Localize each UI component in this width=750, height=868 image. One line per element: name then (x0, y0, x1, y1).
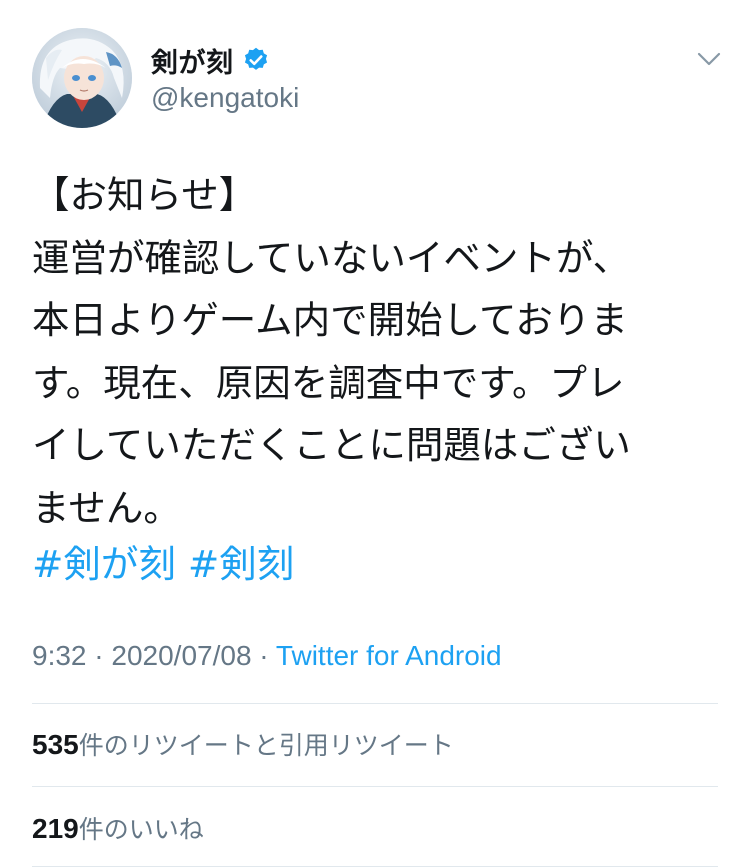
tweet-date: 2020/07/08 (111, 640, 252, 671)
chevron-down-icon[interactable] (696, 46, 722, 72)
retweet-stat[interactable]: 535件のリツイートと引用リツイート (32, 726, 454, 762)
avatar-image (32, 28, 132, 128)
display-name-row: 剣が刻 (151, 40, 299, 80)
like-label: 件のいいね (78, 815, 204, 844)
hashtags: #剣が刻 #剣刻 (32, 533, 294, 596)
tweet-time: 9:32 (32, 640, 87, 671)
divider (32, 703, 718, 704)
user-handle[interactable]: @kengatoki (151, 82, 299, 114)
like-count: 219 (32, 813, 79, 844)
hashtag-link[interactable]: #剣が刻 (32, 542, 176, 586)
verified-badge-icon (242, 46, 270, 74)
meta-separator: · (86, 640, 112, 671)
avatar[interactable] (32, 28, 132, 128)
tweet-meta: 9:32 · 2020/07/08 · Twitter for Android (32, 640, 502, 672)
user-names: 剣が刻 @kengatoki (151, 40, 299, 114)
retweet-count: 535 (32, 729, 79, 760)
display-name[interactable]: 剣が刻 (151, 41, 234, 80)
tweet-header: 剣が刻 @kengatoki (32, 28, 722, 132)
divider (32, 866, 718, 867)
like-stat[interactable]: 219件のいいね (32, 810, 204, 846)
tweet-source-link[interactable]: Twitter for Android (276, 640, 502, 671)
meta-separator: · (251, 640, 276, 671)
hashtag-link[interactable]: #剣刻 (188, 542, 294, 586)
retweet-label: 件のリツイートと引用リツイート (78, 731, 454, 760)
divider (32, 786, 718, 787)
tweet-text: 【お知らせ】 運営が確認していないイベントが、 本日よりゲーム内で開始しておりま… (32, 173, 631, 530)
